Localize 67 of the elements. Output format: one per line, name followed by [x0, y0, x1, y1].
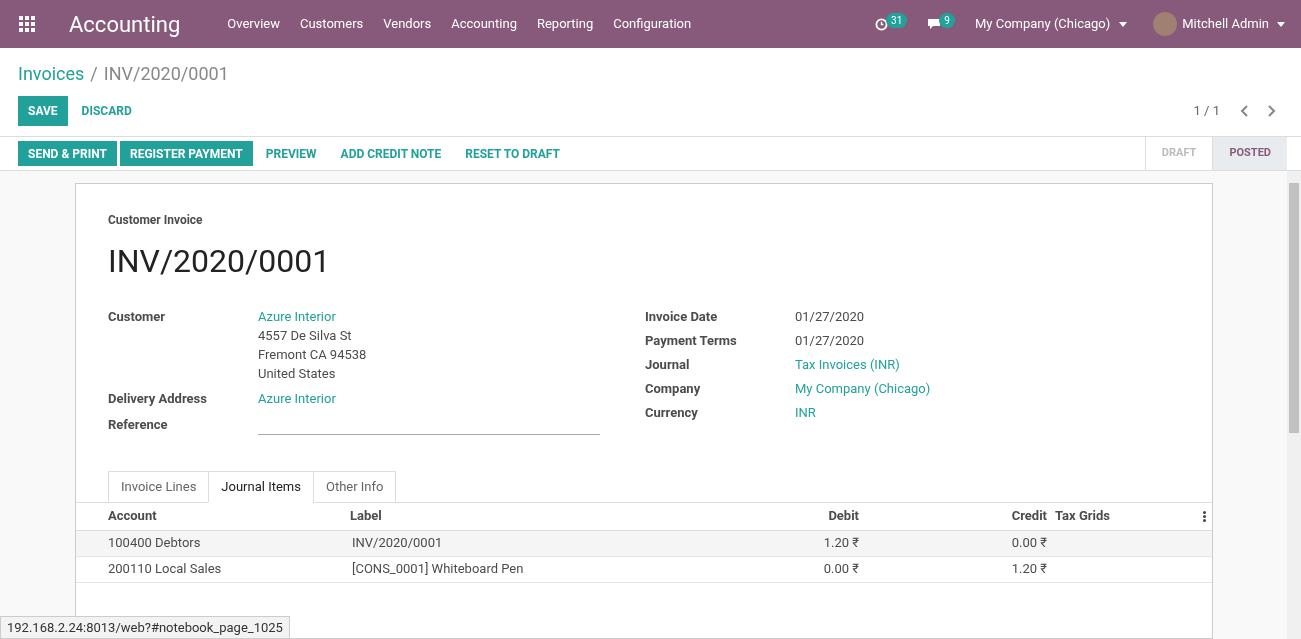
link-button[interactable]: ADD CREDIT NOTE	[330, 141, 452, 166]
message-badge: 9	[939, 12, 955, 28]
breadcrumb-current: INV/2020/0001	[103, 62, 229, 86]
field-link[interactable]: Tax Invoices (INR)	[795, 355, 900, 379]
field-value: 01/27/2020	[795, 308, 865, 326]
clock-icon[interactable]	[875, 17, 889, 31]
menu-item[interactable]: Customers	[299, 14, 364, 34]
company-switcher[interactable]: My Company (Chicago)	[975, 14, 1111, 34]
link-button[interactable]: PREVIEW	[255, 141, 327, 166]
user-menu[interactable]: Mitchell Admin	[1182, 14, 1269, 34]
column-header[interactable]: Account	[108, 506, 350, 526]
table-cell-text: 200110 Local Sales	[108, 560, 223, 579]
field-link[interactable]: My Company (Chicago)	[795, 379, 931, 403]
field-label: Payment Terms	[645, 332, 738, 350]
invoice-number: INV/2020/0001	[108, 241, 332, 282]
breadcrumb-separator: /	[90, 62, 98, 86]
menu-item[interactable]: Overview	[227, 14, 280, 34]
primary-button[interactable]: REGISTER PAYMENT	[119, 141, 253, 166]
chevron-left-icon[interactable]	[1240, 105, 1248, 117]
table-cell-text: 0.00 ₹	[822, 560, 859, 579]
primary-button[interactable]: SAVE	[18, 96, 68, 126]
table-cell-text: 0.00 ₹	[1010, 534, 1047, 553]
activity-badge: 31	[886, 12, 908, 28]
notebook-tab[interactable]: Journal Items	[208, 470, 314, 503]
link-button[interactable]: DISCARD	[71, 96, 142, 126]
field-label: Delivery Address	[108, 390, 208, 408]
column-header[interactable]: Credit	[859, 506, 1047, 526]
primary-button[interactable]: SEND & PRINT	[18, 141, 117, 166]
field-value: 01/27/2020	[795, 332, 865, 350]
pager-value: 1 / 1	[1193, 102, 1220, 121]
column-header[interactable]: Tax Grids	[1047, 506, 1203, 526]
table-cell-text: 1.20 ₹	[822, 534, 859, 553]
address-line: 4557 De Silva St	[258, 327, 353, 345]
form-subtitle: Customer Invoice	[108, 212, 204, 229]
field-label: Currency	[645, 404, 699, 422]
link-preview-tooltip: 192.168.2.24:8013/web?#notebook_page_1025	[0, 615, 290, 639]
column-header[interactable]: Label	[350, 506, 680, 526]
status-step[interactable]: POSTED	[1212, 137, 1287, 170]
field-label: Customer	[108, 308, 167, 326]
menu-item[interactable]: Reporting	[536, 14, 594, 34]
address-line: Fremont CA 94538	[258, 346, 367, 364]
table-cell-text: INV/2020/0001	[351, 534, 444, 553]
column-options-icon[interactable]	[1203, 510, 1206, 522]
chat-icon[interactable]	[927, 18, 942, 30]
table-cell-text: 100400 Debtors	[108, 534, 202, 553]
field-label: Invoice Date	[645, 308, 719, 326]
caret-icon[interactable]	[1277, 21, 1285, 27]
menu-item[interactable]: Configuration	[613, 14, 692, 34]
menu-item[interactable]: Accounting	[451, 14, 517, 34]
field-link[interactable]: Azure Interior	[258, 307, 367, 326]
apps-menu-icon[interactable]	[19, 16, 35, 32]
menu-item[interactable]: Vendors	[383, 14, 432, 34]
chevron-right-icon[interactable]	[1268, 105, 1276, 117]
column-header[interactable]: Debit	[680, 506, 859, 526]
notebook-tab[interactable]: Other Info	[312, 470, 397, 503]
table-cell-text: 1.20 ₹	[1010, 560, 1047, 579]
caret-icon[interactable]	[1119, 21, 1128, 27]
table-cell-text: [CONS_0001] Whiteboard Pen	[351, 560, 525, 579]
app-title: Accounting	[69, 10, 181, 39]
field-label: Reference	[108, 415, 169, 434]
link-button[interactable]: RESET TO DRAFT	[455, 141, 570, 166]
field-link[interactable]: INR	[795, 403, 816, 427]
field-link[interactable]: Azure Interior	[258, 389, 336, 408]
breadcrumb-link[interactable]: Invoices	[18, 60, 85, 87]
field-label: Company	[645, 380, 702, 398]
field-label: Journal	[645, 356, 691, 374]
address-line: United States	[258, 365, 337, 383]
